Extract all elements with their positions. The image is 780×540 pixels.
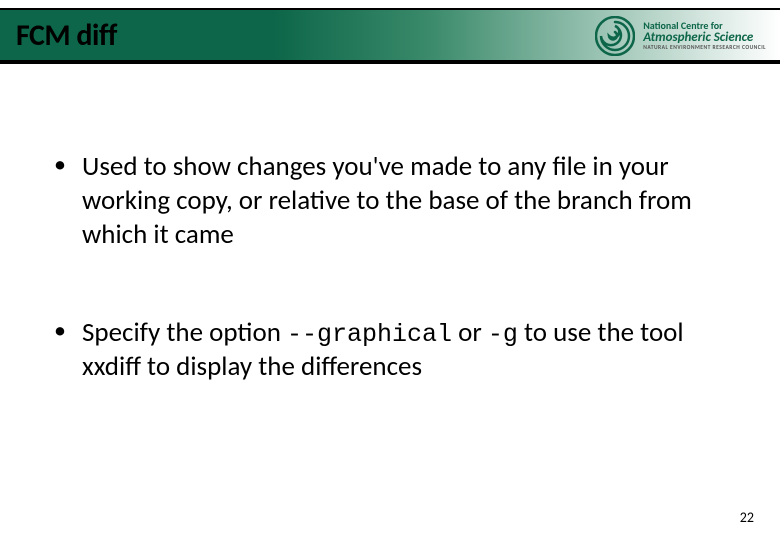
swirl-icon xyxy=(595,16,635,56)
logo-text: National Centre for Atmospheric Science … xyxy=(643,21,766,52)
code-text: --graphical xyxy=(287,320,452,349)
list-item: Used to show changes you've made to any … xyxy=(48,150,732,252)
bullet-list: Used to show changes you've made to any … xyxy=(48,150,732,384)
ncas-logo: National Centre for Atmospheric Science … xyxy=(595,16,766,56)
page-number: 22 xyxy=(740,509,754,526)
logo-line2: Atmospheric Science xyxy=(643,31,766,44)
slide-title: FCM diff xyxy=(0,17,117,54)
bullet-text: or xyxy=(452,316,488,349)
code-text: -g xyxy=(488,320,518,349)
logo-line3: NATURAL ENVIRONMENT RESEARCH COUNCIL xyxy=(643,46,766,52)
slide-content: Used to show changes you've made to any … xyxy=(48,150,732,448)
slide-header: FCM diff National Centre for Atmospheric… xyxy=(0,8,780,64)
list-item: Specify the option --graphical or -g to … xyxy=(48,316,732,384)
bullet-text: Specify the option xyxy=(82,316,287,349)
bullet-text: Used to show changes you've made to any … xyxy=(82,150,692,251)
